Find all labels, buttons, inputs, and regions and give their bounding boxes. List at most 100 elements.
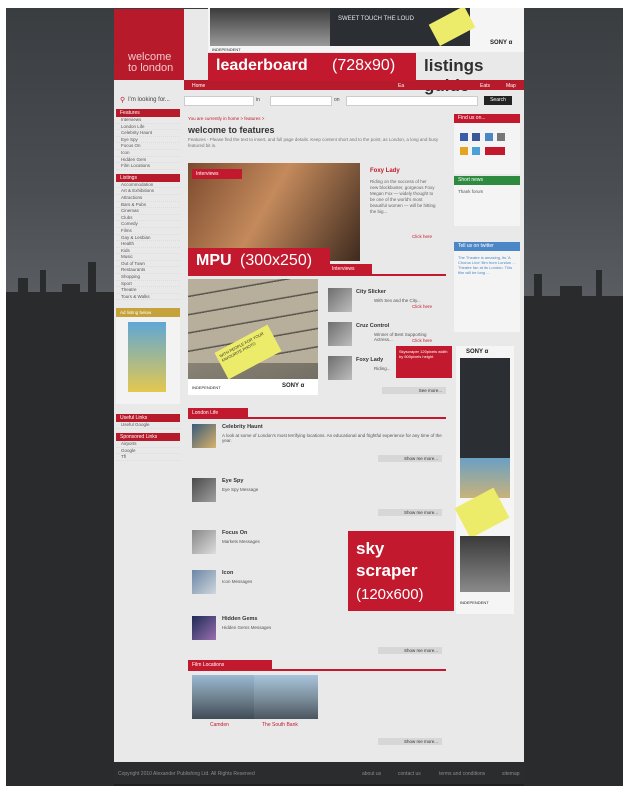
footer-link-contact[interactable]: contact us <box>398 771 421 777</box>
london-show-more[interactable]: Show me more... <box>378 455 442 462</box>
sidebar-link[interactable]: Clubs <box>116 215 180 222</box>
search-button[interactable]: Search <box>484 96 512 105</box>
flickr-icon[interactable] <box>484 133 493 141</box>
sidebar-link[interactable]: Eye Spy <box>116 137 180 144</box>
nav-home[interactable]: Home <box>192 83 205 89</box>
email-icon[interactable] <box>497 133 506 141</box>
short-news-header: Short news <box>454 176 520 185</box>
nav-ea[interactable]: Ea <box>398 83 404 89</box>
london-item-title[interactable]: Celebrity Haunt <box>222 424 263 430</box>
sidebar-link[interactable]: Attractions <box>116 195 180 202</box>
facebook-icon[interactable] <box>472 133 481 141</box>
myspace-icon[interactable] <box>460 133 468 141</box>
feature-title[interactable]: Foxy Lady <box>370 168 400 174</box>
sky-independent-logo: INDEPENDENT <box>460 600 489 605</box>
sidebar-link[interactable]: Sport <box>116 281 180 288</box>
nav-map[interactable]: Map <box>506 83 516 89</box>
sidebar-link[interactable]: Bars & Pubs <box>116 202 180 209</box>
feature-more-link[interactable]: Click here <box>412 234 432 239</box>
film-label-camden[interactable]: Camden <box>210 722 229 728</box>
london-item-title[interactable]: Eye Spy <box>222 478 243 484</box>
search-input[interactable] <box>346 96 478 106</box>
sidebar-link[interactable]: Accommodation <box>116 182 180 189</box>
london-thumb[interactable] <box>192 570 216 594</box>
interview-thumb[interactable] <box>328 356 352 380</box>
london-item-title[interactable]: Focus On <box>222 530 247 536</box>
sidebar-link[interactable]: Comedy <box>116 221 180 228</box>
sidebar-link[interactable]: Art & Exhibitions <box>116 188 180 195</box>
interview-title[interactable]: Foxy Lady <box>356 357 383 363</box>
sidebar-link[interactable]: Interviews <box>116 117 180 124</box>
feature-body: Riding on the success of her new blockbu… <box>370 179 436 214</box>
footer-link-about[interactable]: about us <box>362 771 381 777</box>
search-select-1[interactable] <box>184 96 254 106</box>
film-more-button[interactable]: Show me more... <box>378 738 442 745</box>
sidebar-link[interactable]: Icon <box>116 150 180 157</box>
interview-thumb[interactable] <box>328 288 352 312</box>
sidebar-link[interactable]: Out of Town <box>116 261 180 268</box>
london-thumb[interactable] <box>192 424 216 448</box>
rss-icon[interactable] <box>460 147 468 155</box>
interviews-see-more[interactable]: See more... <box>382 387 446 394</box>
promo-box[interactable]: Ad listing below <box>116 308 180 405</box>
sidebar-link[interactable]: Celebrity Haunt <box>116 130 180 137</box>
footer-link-sitemap[interactable]: sitemap <box>502 771 520 777</box>
sky-camera <box>460 536 510 592</box>
leaderboard-ad[interactable]: SWEET TOUCH THE LOUD SONY α INDEPENDENT <box>208 8 524 52</box>
film-image-camden[interactable] <box>192 675 254 719</box>
london-thumb[interactable] <box>192 530 216 554</box>
red-badge-icon[interactable] <box>484 147 505 155</box>
interview-desc: With Sex and the City... <box>374 298 421 303</box>
sidebar-link[interactable]: Films <box>116 228 180 235</box>
interviews-tab[interactable]: Interviews <box>192 169 242 179</box>
mpu-brand-bar: INDEPENDENT SONY α <box>188 379 318 395</box>
website-page: welcome to london listings guide Home Ea… <box>114 9 524 762</box>
sidebar-link[interactable]: Shopping <box>116 274 180 281</box>
sidebar-link[interactable]: Film Locations <box>116 163 180 170</box>
sidebar-link[interactable]: Gay & Lesbian <box>116 235 180 242</box>
sidebar-link[interactable]: Google <box>116 448 180 455</box>
sidebar-link[interactable]: Cinemas <box>116 208 180 215</box>
interview-more-link[interactable]: Click here <box>412 304 432 309</box>
mpu-ad[interactable]: WITH PEOPLE FOR YOUR FAVOURITE PHOTO IND… <box>188 279 318 395</box>
london-thumb[interactable] <box>192 478 216 502</box>
sidebar-link[interactable]: Music <box>116 254 180 261</box>
find-us-box: Find us on... <box>454 114 520 174</box>
sidebar-link[interactable]: Kids <box>116 248 180 255</box>
promo-image <box>128 322 166 393</box>
london-thumb[interactable] <box>192 616 216 640</box>
london-item-title[interactable]: Icon <box>222 570 233 576</box>
footer-link-terms[interactable]: terms and conditions <box>439 771 485 777</box>
sidebar-link[interactable]: Theatre <box>116 287 180 294</box>
interview-more-link[interactable]: Click here <box>412 338 432 343</box>
sidebar-link[interactable]: Hidden Gem <box>116 157 180 164</box>
sidebar-link[interactable]: Restaurants <box>116 267 180 275</box>
twitter-icon[interactable] <box>472 147 481 155</box>
sidebar-link[interactable]: Tours & Walks <box>116 294 180 301</box>
leaderboard-sony-logo: SONY α <box>490 40 513 46</box>
site-logo[interactable]: welcome to london <box>114 9 184 80</box>
sidebar-link[interactable]: Tfl <box>116 454 180 461</box>
nav-eats[interactable]: Eats <box>480 83 490 89</box>
interview-thumb[interactable] <box>328 322 352 346</box>
search-on-label: on <box>334 97 340 103</box>
interview-title[interactable]: Cruz Control <box>356 323 389 329</box>
london-item-title[interactable]: Hidden Gems <box>222 616 257 622</box>
london-show-more[interactable]: Show me more... <box>378 647 442 654</box>
sidebar-link[interactable]: Airports <box>116 441 180 448</box>
sidebar-link[interactable]: Health <box>116 241 180 248</box>
feature-image[interactable]: Interviews <box>188 163 360 261</box>
sidebar-link[interactable]: Useful Google <box>116 422 180 430</box>
sidebar-link[interactable]: London Life <box>116 124 180 131</box>
london-show-more[interactable]: Show me more... <box>378 509 442 516</box>
film-image-southbank[interactable] <box>254 675 318 719</box>
sky-dark-panel <box>460 358 510 458</box>
search-select-2[interactable] <box>270 96 332 106</box>
site-title: listings guide <box>424 56 484 95</box>
interview-title[interactable]: City Slicker <box>356 289 386 295</box>
sidebar-link[interactable]: Focus On <box>116 143 180 150</box>
find-us-header: Find us on... <box>454 114 520 123</box>
twitter-box: Tell us on twitter The Theatre is amazin… <box>454 242 520 332</box>
skyscraper-ad[interactable]: SONY α INDEPENDENT <box>454 346 514 614</box>
film-label-southbank[interactable]: The South Bank <box>262 722 298 728</box>
